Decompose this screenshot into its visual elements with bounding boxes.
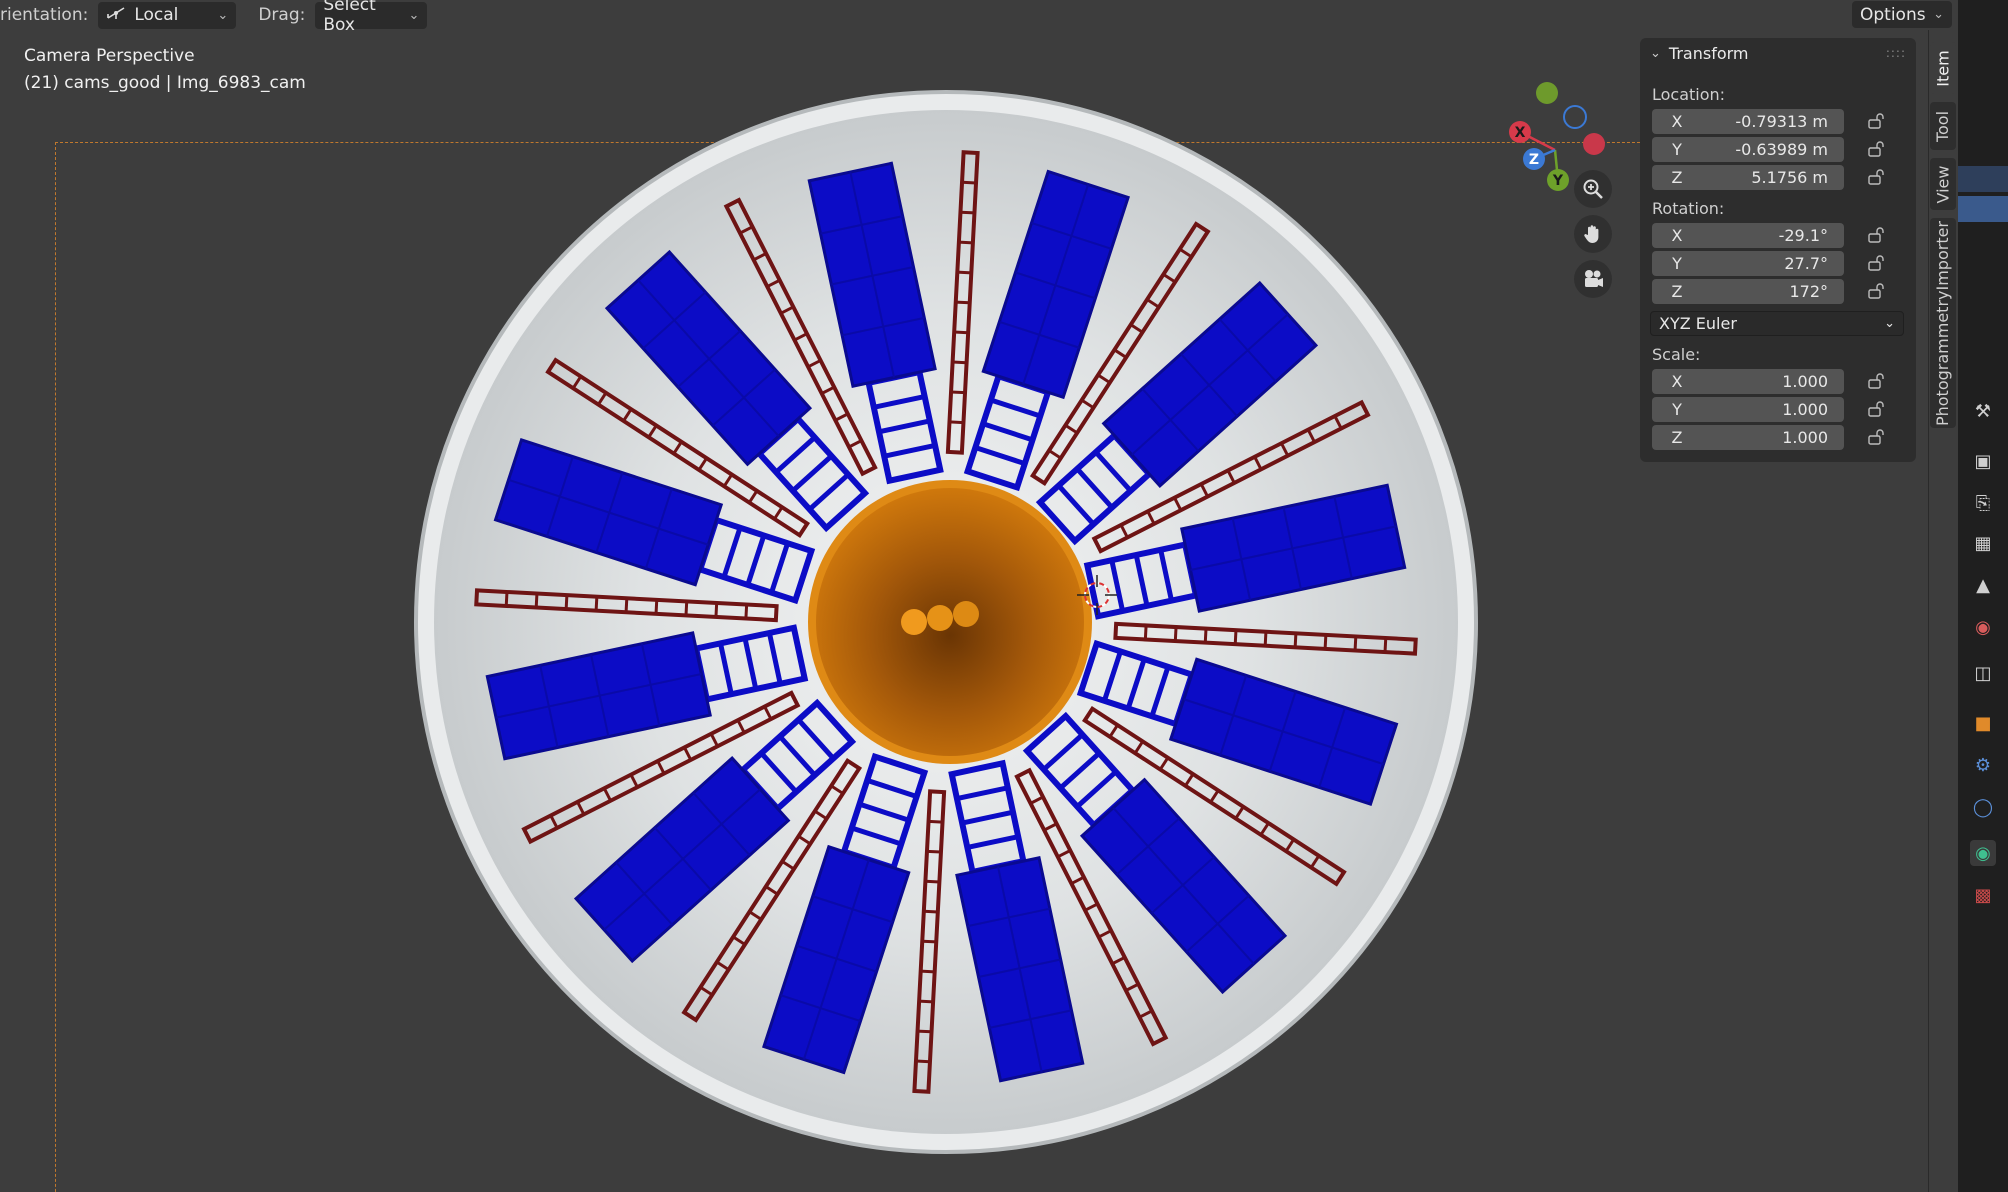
location-x-field[interactable]: X -0.79313 m (1652, 109, 1844, 134)
lock-icon[interactable] (1868, 429, 1886, 445)
lock-icon[interactable] (1868, 401, 1886, 417)
field-value: 27.7° (1784, 254, 1828, 273)
lock-icon[interactable] (1868, 141, 1886, 157)
gizmo-x-label: X (1515, 125, 1526, 141)
rotation-z-field[interactable]: Z 172° (1652, 279, 1844, 304)
axis-label: Z (1671, 428, 1683, 447)
camera-view-icon[interactable] (1574, 260, 1612, 298)
axis-label: Y (1672, 254, 1682, 273)
drag-grip-icon[interactable]: :::: (1886, 46, 1906, 60)
view-layer-icon[interactable]: ▦ (1970, 530, 1996, 556)
field-value: 1.000 (1782, 372, 1828, 391)
object-data-camera-icon[interactable]: ◉ (1970, 840, 1996, 866)
scene-icon[interactable]: ▲ (1970, 572, 1996, 598)
chevron-down-icon: ⌄ (1650, 45, 1661, 61)
axis-label: Z (1671, 168, 1683, 187)
field-value: 5.1756 m (1751, 168, 1828, 187)
options-label: Options (1860, 4, 1926, 25)
transform-panel-title: Transform (1668, 43, 1749, 63)
viewport-header: rientation: Local ⌄ Drag: Select Box ⌄ O… (0, 0, 1952, 35)
field-value: 172° (1789, 282, 1828, 301)
center-hub (808, 480, 1092, 764)
field-value: -0.63989 m (1735, 140, 1828, 159)
3d-viewport[interactable]: Camera Perspective (21) cams_good | Img_… (0, 30, 1928, 1192)
gizmo-y-label: Y (1552, 173, 1564, 189)
field-value: -29.1° (1778, 226, 1828, 245)
lock-icon[interactable] (1868, 169, 1886, 185)
options-dropdown[interactable]: Options ⌄ (1852, 1, 1952, 28)
output-icon[interactable]: ⎘ (1970, 490, 1996, 516)
field-value: 1.000 (1782, 400, 1828, 419)
texture-icon[interactable]: ▩ (1970, 882, 1996, 908)
lock-icon[interactable] (1868, 227, 1886, 243)
local-orientation-icon (106, 5, 126, 26)
lock-icon[interactable] (1868, 255, 1886, 271)
lock-icon[interactable] (1868, 113, 1886, 129)
zoom-icon[interactable] (1574, 170, 1612, 208)
lock-icon[interactable] (1868, 283, 1886, 299)
tab-view[interactable]: View (1930, 158, 1956, 210)
chevron-down-icon: ⌄ (1933, 7, 1944, 22)
axis-label: X (1671, 372, 1683, 391)
axis-label: X (1671, 226, 1683, 245)
sidebar-tabs: Item Tool View PhotogrammetryImporter (1928, 38, 1958, 438)
location-z-field[interactable]: Z 5.1756 m (1652, 165, 1844, 190)
tab-photogrammetry-importer[interactable]: PhotogrammetryImporter (1930, 218, 1956, 428)
blender-window: rientation: Local ⌄ Drag: Select Box ⌄ O… (0, 0, 2008, 1192)
rotation-x-field[interactable]: X -29.1° (1652, 223, 1844, 248)
tab-tool[interactable]: Tool (1930, 102, 1956, 150)
tool-icon[interactable]: ⚒ (1970, 398, 1996, 424)
axis-label: Z (1671, 282, 1683, 301)
scale-x-field[interactable]: X 1.000 (1652, 369, 1844, 394)
axis-label: Y (1672, 140, 1682, 159)
rotation-mode-value: XYZ Euler (1659, 314, 1737, 333)
gizmo-neg-z[interactable] (1563, 105, 1587, 129)
field-value: -0.79313 m (1735, 112, 1828, 131)
drag-dropdown[interactable]: Select Box ⌄ (315, 0, 428, 35)
hand-pan-icon[interactable] (1574, 215, 1612, 253)
rendered-scene (414, 90, 1478, 1154)
collection-icon[interactable]: ◫ (1970, 660, 1996, 686)
chevron-down-icon: ⌄ (1884, 316, 1895, 331)
tab-label: Item (1933, 49, 1953, 87)
scale-z-field[interactable]: Z 1.000 (1652, 425, 1844, 450)
tab-label: PhotogrammetryImporter (1933, 220, 1953, 426)
object-icon[interactable]: ■ (1970, 710, 1996, 736)
rotation-y-field[interactable]: Y 27.7° (1652, 251, 1844, 276)
gizmo-z-label: Z (1529, 152, 1539, 168)
transform-panel: ⌄ Transform :::: Location: X -0.79313 m Y… (1640, 38, 1916, 462)
tab-item[interactable]: Item (1930, 42, 1956, 94)
modifier-icon[interactable]: ⚙ (1970, 752, 1996, 778)
orientation-dropdown[interactable]: Local ⌄ (98, 1, 237, 29)
location-label: Location: (1652, 85, 1726, 104)
world-icon[interactable]: ◉ (1970, 614, 1996, 640)
render-icon[interactable]: ▣ (1970, 448, 1996, 474)
rotation-label: Rotation: (1652, 199, 1725, 218)
scale-label: Scale: (1652, 345, 1701, 364)
gizmo-neg-y[interactable] (1536, 82, 1558, 104)
outliner-highlight (1958, 166, 2008, 192)
outliner-selected-highlight (1958, 196, 2008, 222)
chevron-down-icon: ⌄ (217, 7, 229, 23)
properties-tab-strip: ⚒ ▣ ⎘ ▦ ▲ ◉ ◫ ■ ⚙ ◯ ◉ ▩ (1958, 0, 2008, 1192)
field-value: 1.000 (1782, 428, 1828, 447)
lock-icon[interactable] (1868, 373, 1886, 389)
drag-label: Drag: (258, 5, 306, 25)
physics-icon[interactable]: ◯ (1970, 794, 1996, 820)
rotation-mode-dropdown[interactable]: XYZ Euler ⌄ (1650, 311, 1904, 336)
transform-panel-header[interactable]: ⌄ Transform :::: (1640, 38, 1916, 68)
scale-y-field[interactable]: Y 1.000 (1652, 397, 1844, 422)
orientation-value: Local (134, 5, 179, 25)
chevron-down-icon: ⌄ (408, 7, 420, 23)
axis-label: X (1671, 112, 1683, 131)
orientation-label: rientation: (0, 5, 89, 25)
location-y-field[interactable]: Y -0.63989 m (1652, 137, 1844, 162)
tab-label: View (1933, 165, 1953, 203)
axis-label: Y (1672, 400, 1682, 419)
gizmo-neg-x[interactable] (1583, 133, 1605, 155)
tab-label: Tool (1933, 110, 1953, 142)
